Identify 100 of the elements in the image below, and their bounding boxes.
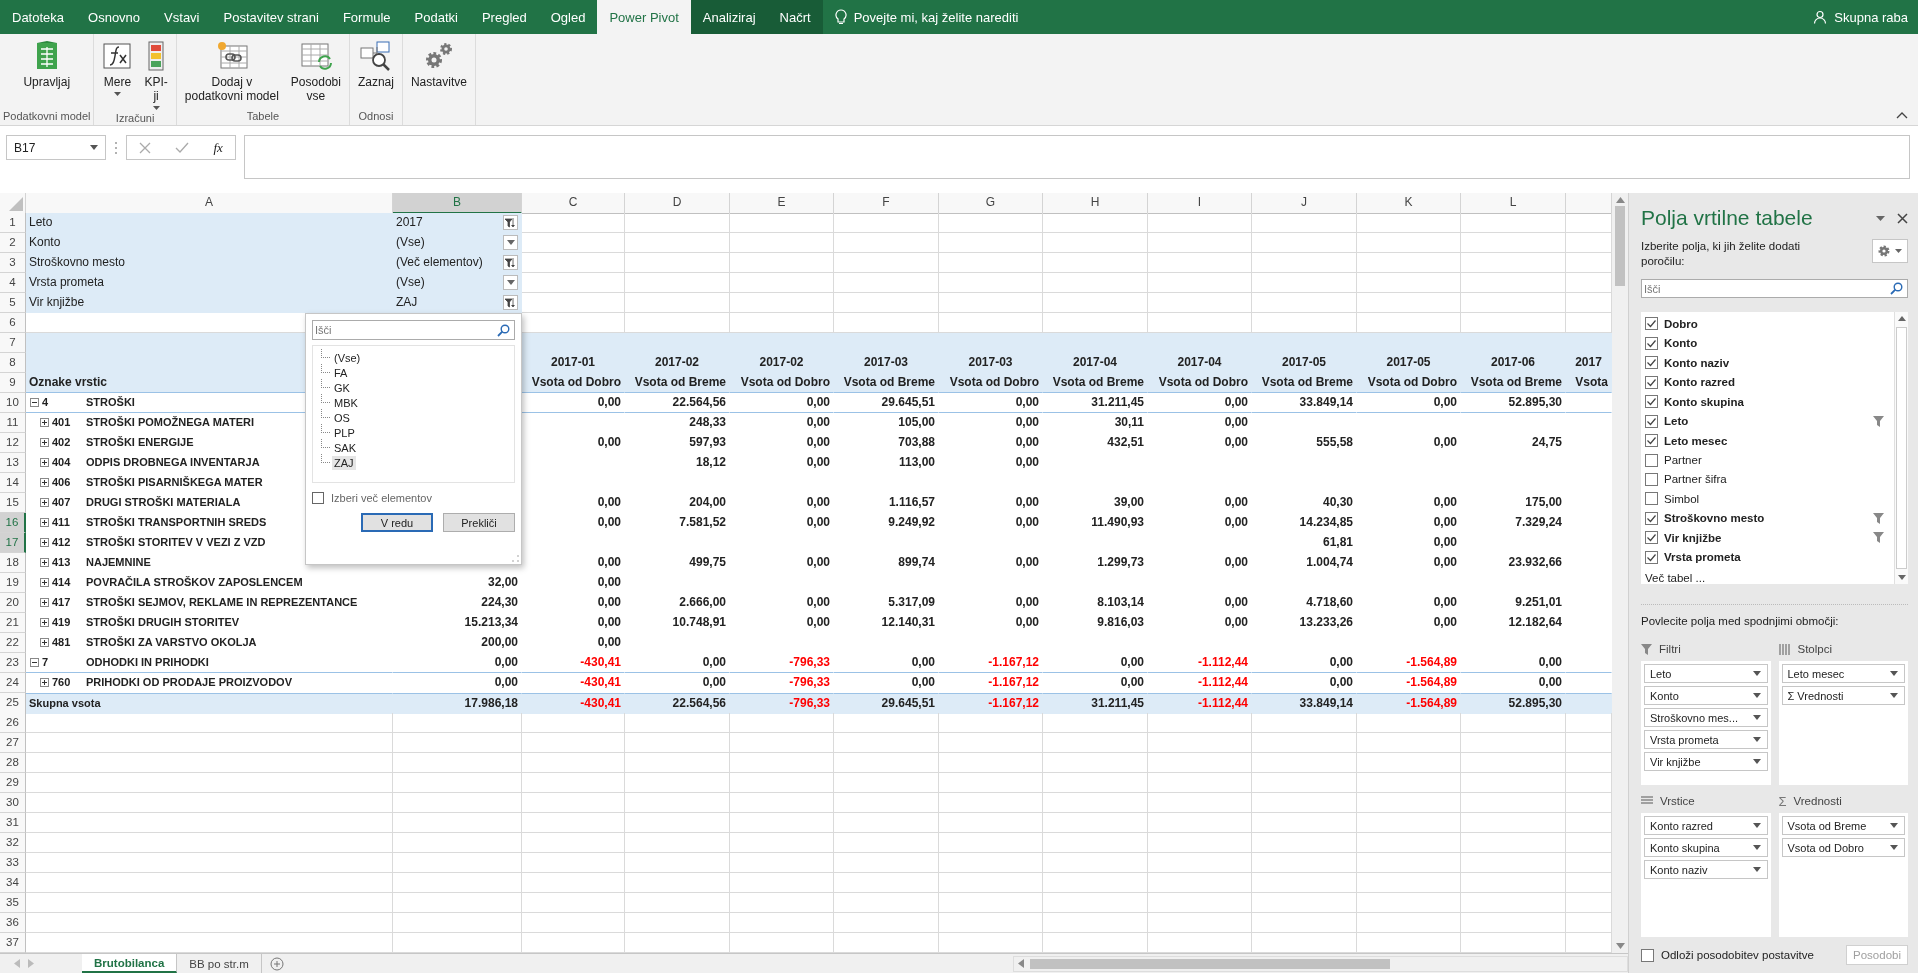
- filter-dropdown-button[interactable]: [503, 275, 518, 290]
- scroll-thumb[interactable]: [1030, 958, 1390, 969]
- row-number[interactable]: 4: [0, 273, 26, 293]
- formula-field[interactable]: [244, 135, 1910, 179]
- area-box[interactable]: Leto mesec Σ Vrednosti: [1778, 661, 1908, 785]
- row-number[interactable]: 31: [0, 813, 26, 833]
- field-name[interactable]: Vir knjižbe: [1664, 531, 1867, 544]
- scroll-down-icon[interactable]: [1615, 943, 1625, 949]
- row-number[interactable]: 3: [0, 253, 26, 273]
- field-chip[interactable]: Vsota od Breme: [1781, 816, 1905, 835]
- field-name[interactable]: Stroškovno mesto: [1664, 512, 1867, 525]
- expand-icon[interactable]: [40, 498, 49, 507]
- ribbon-tab[interactable]: Ogled: [538, 0, 598, 34]
- filter-option[interactable]: MBK: [332, 395, 360, 410]
- field-chip[interactable]: Konto razred: [1644, 816, 1768, 835]
- row-number[interactable]: 15: [0, 493, 26, 513]
- row-number[interactable]: 19: [0, 573, 26, 593]
- expand-icon[interactable]: [40, 578, 49, 587]
- row-number[interactable]: 18: [0, 553, 26, 573]
- field-chip[interactable]: Vsota od Dobro: [1781, 838, 1905, 857]
- area-box[interactable]: Konto razred Konto skupina Konto naziv: [1641, 813, 1771, 937]
- field-chip[interactable]: Konto skupina: [1644, 838, 1768, 857]
- ribbon-tab[interactable]: Power Pivot: [597, 0, 691, 34]
- ribbon-button[interactable]: Nastavitve: [405, 38, 472, 91]
- ribbon-button[interactable]: Zaznaj: [352, 38, 399, 91]
- search-icon[interactable]: [1890, 282, 1903, 295]
- expand-icon[interactable]: [40, 558, 49, 567]
- expand-icon[interactable]: [40, 598, 49, 607]
- row-number[interactable]: 5: [0, 293, 26, 313]
- scroll-up-icon[interactable]: [1615, 197, 1625, 203]
- field-chip[interactable]: Σ Vrednosti: [1781, 686, 1905, 705]
- checkbox[interactable]: [1645, 317, 1658, 331]
- check-icon[interactable]: [175, 141, 190, 154]
- scroll-down-icon[interactable]: [1897, 575, 1906, 580]
- checkbox[interactable]: [1645, 473, 1658, 486]
- row-number[interactable]: 37: [0, 933, 26, 953]
- row-number[interactable]: 14: [0, 473, 26, 493]
- column-header[interactable]: G: [939, 193, 1043, 214]
- expand-icon[interactable]: [40, 458, 49, 467]
- row-number[interactable]: 27: [0, 733, 26, 753]
- checkbox[interactable]: [1645, 375, 1658, 389]
- column-header[interactable]: C: [522, 193, 625, 214]
- checkbox[interactable]: [1645, 550, 1658, 564]
- scroll-left-icon[interactable]: [1018, 959, 1024, 968]
- ribbon-button[interactable]: Posodobi vse: [285, 38, 346, 105]
- row-number[interactable]: 26: [0, 713, 26, 733]
- column-header[interactable]: B: [393, 193, 522, 214]
- column-header[interactable]: E: [730, 193, 834, 214]
- filter-option[interactable]: SAK: [332, 440, 358, 455]
- collapse-icon[interactable]: [30, 398, 39, 407]
- column-header[interactable]: J: [1252, 193, 1357, 214]
- row-number[interactable]: 6: [0, 313, 26, 333]
- row-number[interactable]: 9: [0, 373, 26, 393]
- row-number[interactable]: 10: [0, 393, 26, 413]
- row-number[interactable]: 2: [0, 233, 26, 253]
- checkbox[interactable]: [1645, 492, 1658, 506]
- row-number[interactable]: 12: [0, 433, 26, 453]
- row-number[interactable]: 30: [0, 793, 26, 813]
- row-number[interactable]: 22: [0, 633, 26, 653]
- add-sheet-icon[interactable]: [269, 956, 284, 971]
- row-number[interactable]: 8: [0, 353, 26, 373]
- field-chip[interactable]: Konto: [1644, 686, 1768, 705]
- field-name[interactable]: Simbol: [1664, 492, 1884, 505]
- row-number[interactable]: 25: [0, 693, 26, 714]
- checkbox[interactable]: [1645, 511, 1658, 525]
- field-chip[interactable]: Leto mesec: [1781, 664, 1905, 683]
- ribbon-button[interactable]: Mere: [97, 38, 138, 98]
- expand-icon[interactable]: [40, 538, 49, 547]
- name-box[interactable]: B17: [6, 135, 106, 160]
- filter-option[interactable]: GK: [332, 380, 352, 395]
- row-number[interactable]: 34: [0, 873, 26, 893]
- row-number[interactable]: 11: [0, 413, 26, 433]
- ribbon-tab[interactable]: Pregled: [469, 0, 539, 34]
- filter-dropdown-button[interactable]: [503, 295, 518, 310]
- checkbox[interactable]: [1645, 453, 1658, 467]
- tell-me-field[interactable]: Povejte mi, kaj želite narediti: [822, 0, 1031, 34]
- checkbox[interactable]: [1645, 414, 1658, 428]
- filter-option[interactable]: (Vse): [332, 350, 363, 365]
- scroll-up-icon[interactable]: [1897, 316, 1906, 321]
- search-icon[interactable]: [497, 323, 510, 337]
- checkbox[interactable]: [1641, 948, 1654, 962]
- row-number[interactable]: 21: [0, 613, 26, 633]
- row-number[interactable]: 24: [0, 673, 26, 693]
- row-number[interactable]: 32: [0, 833, 26, 853]
- row-number[interactable]: 1: [0, 213, 26, 233]
- row-number[interactable]: 20: [0, 593, 26, 613]
- checkbox[interactable]: [1645, 395, 1658, 409]
- close-icon[interactable]: [1897, 212, 1908, 224]
- sheet-tab[interactable]: Brutobilanca: [82, 954, 178, 973]
- column-header[interactable]: L: [1461, 193, 1566, 214]
- field-name[interactable]: Konto skupina: [1664, 395, 1884, 408]
- column-header[interactable]: H: [1043, 193, 1148, 214]
- checkbox[interactable]: [1645, 434, 1658, 448]
- checkbox[interactable]: [312, 492, 324, 504]
- resize-grip-icon[interactable]: [512, 555, 519, 562]
- area-box[interactable]: Leto Konto Stroškovno mes... Vrsta prometa Vir knjižbe: [1641, 661, 1771, 785]
- dropdown-icon[interactable]: [1876, 215, 1885, 221]
- row-number[interactable]: 13: [0, 453, 26, 473]
- row-number[interactable]: 23: [0, 653, 26, 673]
- expand-icon[interactable]: [40, 478, 49, 487]
